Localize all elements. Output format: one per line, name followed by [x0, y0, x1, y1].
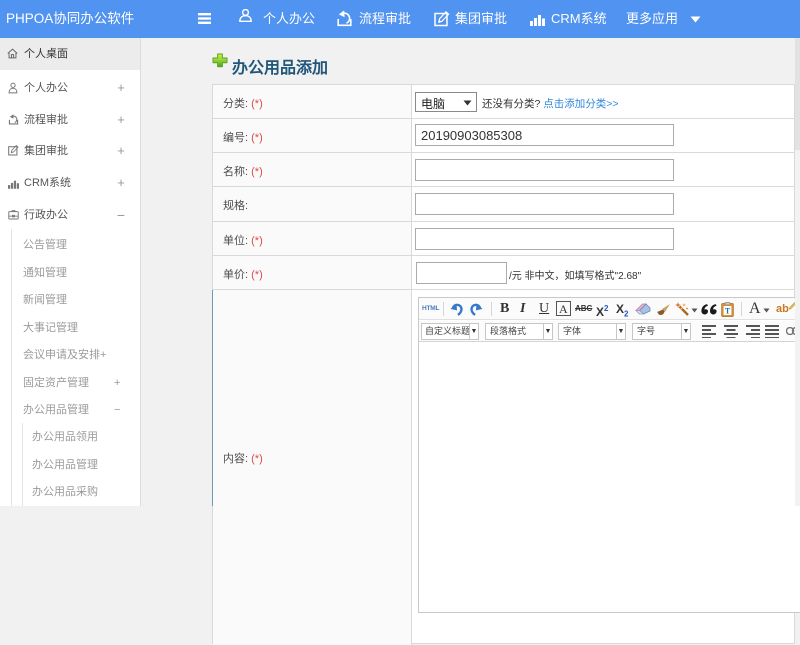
svg-text:T: T [725, 307, 731, 316]
